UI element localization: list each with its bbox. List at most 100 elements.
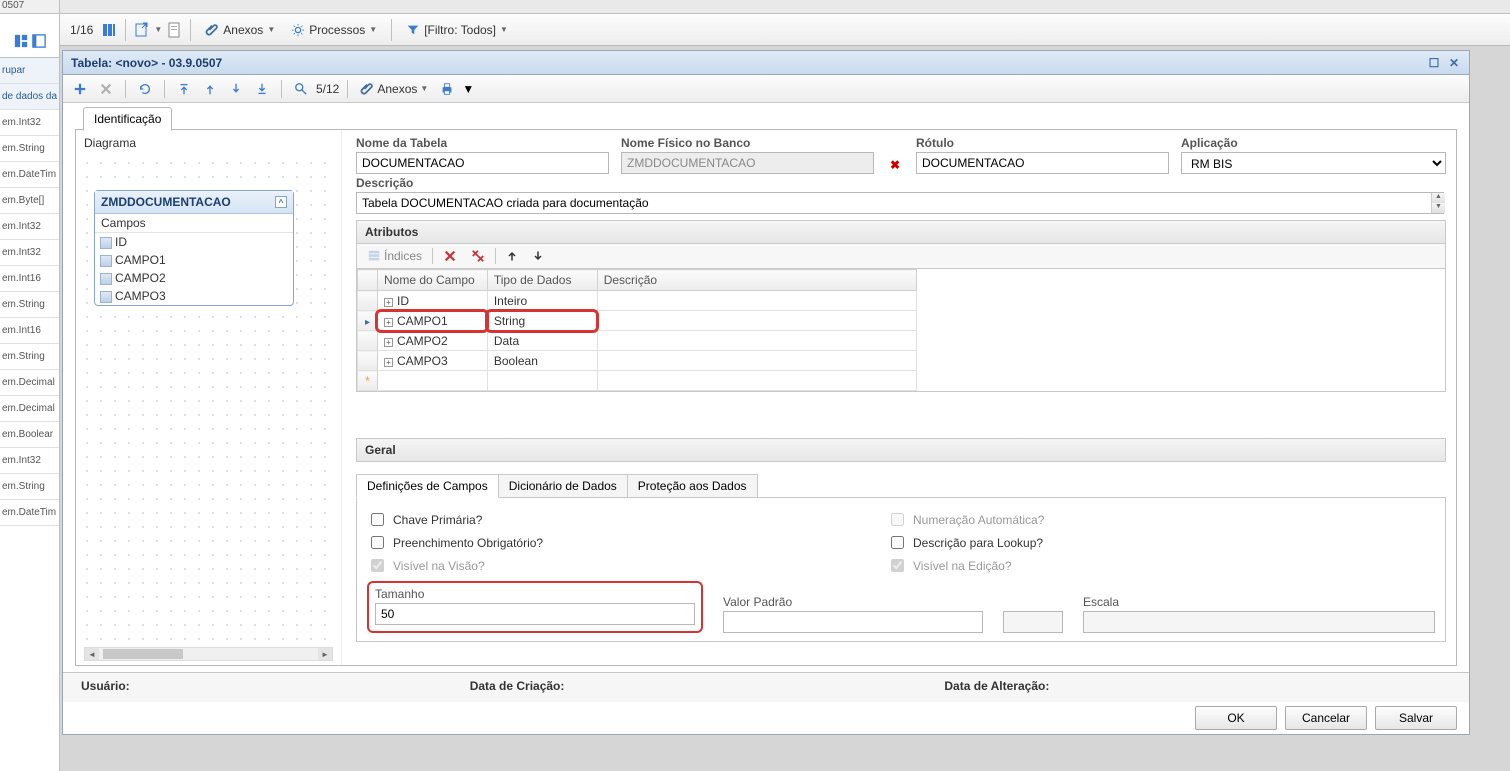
- table-row[interactable]: ▸+CAMPO1String: [358, 311, 917, 331]
- type-row: em.String: [0, 136, 59, 162]
- filter-button[interactable]: [Filtro: Todos]▼: [400, 20, 514, 40]
- type-row: em.Decimal: [0, 370, 59, 396]
- type-row: em.Int32: [0, 240, 59, 266]
- valor-padrao-input[interactable]: [723, 611, 983, 633]
- collapse-icon[interactable]: ^: [275, 196, 287, 208]
- processos-button[interactable]: Processos▼: [285, 20, 383, 40]
- table-row[interactable]: +CAMPO3Boolean: [358, 351, 917, 371]
- valor-padrao-label: Valor Padrão: [723, 595, 983, 609]
- type-row: em.Boolear: [0, 422, 59, 448]
- export-icon[interactable]: [134, 22, 150, 38]
- type-row: em.String: [0, 344, 59, 370]
- diagram-pane: Diagrama ZMDDOCUMENTACAO^ Campos IDCAMPO…: [76, 130, 342, 665]
- new-row[interactable]: *: [358, 371, 917, 391]
- type-row: em.Int32: [0, 110, 59, 136]
- col-desc[interactable]: Descrição: [597, 270, 916, 291]
- preenchimento-label: Preenchimento Obrigatório?: [393, 536, 543, 550]
- indices-button[interactable]: Índices: [363, 247, 426, 265]
- new-button[interactable]: [69, 80, 91, 98]
- chave-primaria-checkbox[interactable]: [371, 513, 384, 526]
- next-button[interactable]: [225, 80, 247, 98]
- col-tipo[interactable]: Tipo de Dados: [487, 270, 597, 291]
- table-row[interactable]: +IDInteiro: [358, 291, 917, 311]
- maximize-button[interactable]: ☐: [1427, 56, 1441, 70]
- subtab-protecao[interactable]: Proteção aos Dados: [627, 474, 758, 498]
- descricao-input[interactable]: [356, 192, 1444, 214]
- visivel-visao-checkbox: [371, 559, 384, 572]
- delete-button[interactable]: [95, 80, 117, 98]
- desc-lookup-checkbox[interactable]: [891, 536, 904, 549]
- dialog-title-text: Tabela: <novo> - 03.9.0507: [71, 56, 222, 70]
- document-icon[interactable]: [166, 22, 182, 38]
- layout-icon[interactable]: [14, 34, 28, 48]
- anexos-button[interactable]: Anexos▼: [199, 20, 281, 40]
- print-button[interactable]: [436, 80, 458, 98]
- clear-nome-fisico-button[interactable]: ✖: [886, 156, 904, 174]
- subtab-dicionario[interactable]: Dicionário de Dados: [498, 474, 628, 498]
- nome-tabela-label: Nome da Tabela: [356, 136, 609, 150]
- col-nome[interactable]: Nome do Campo: [377, 270, 487, 291]
- atributos-header: Atributos: [356, 220, 1446, 244]
- type-row: em.Int32: [0, 214, 59, 240]
- data-source-label: de dados da: [0, 84, 59, 110]
- panel-icon[interactable]: [32, 34, 46, 48]
- export-dropdown[interactable]: ▼: [154, 25, 162, 34]
- close-button[interactable]: ✕: [1447, 56, 1461, 70]
- record-counter: 1/16: [70, 23, 93, 37]
- diagram-canvas[interactable]: ZMDDOCUMENTACAO^ Campos IDCAMPO1CAMPO2CA…: [80, 156, 337, 643]
- entity-field[interactable]: ID: [95, 233, 293, 251]
- anexos-dialog-button[interactable]: Anexos▼: [356, 80, 432, 98]
- entity-name: ZMDDOCUMENTACAO: [101, 195, 231, 209]
- move-down-button[interactable]: [528, 248, 548, 264]
- salvar-button[interactable]: Salvar: [1375, 706, 1457, 730]
- data-alteracao-label: Data de Alteração:: [944, 679, 1049, 693]
- table-row[interactable]: +CAMPO2Data: [358, 331, 917, 351]
- spin-up[interactable]: ▲: [1431, 193, 1445, 203]
- last-button[interactable]: [251, 80, 273, 98]
- move-up-button[interactable]: [502, 248, 522, 264]
- search-button[interactable]: [290, 80, 312, 98]
- dialog-titlebar: Tabela: <novo> - 03.9.0507 ☐ ✕: [63, 51, 1469, 75]
- prev-button[interactable]: [199, 80, 221, 98]
- subtab-definicoes[interactable]: Definições de Campos: [356, 474, 499, 498]
- rotulo-label: Rótulo: [916, 136, 1169, 150]
- valor-padrao-extra-input[interactable]: [1003, 611, 1063, 633]
- delete-all-button[interactable]: [467, 247, 489, 265]
- group-header[interactable]: rupar: [0, 58, 59, 84]
- left-sidebar: 0507 rupar de dados da em.Int32em.String…: [0, 0, 60, 771]
- nome-fisico-label: Nome Físico no Banco: [621, 136, 874, 150]
- spin-down[interactable]: ▼: [1431, 203, 1445, 213]
- paperclip-icon: [205, 23, 219, 37]
- tab-identificacao[interactable]: Identificação: [83, 107, 172, 131]
- rotulo-input[interactable]: [916, 152, 1169, 174]
- ok-button[interactable]: OK: [1195, 706, 1277, 730]
- entity-field[interactable]: CAMPO3: [95, 287, 293, 305]
- columns-icon[interactable]: [101, 22, 117, 38]
- main-toolbar: 1/16 ▼ Anexos▼ Processos▼ [Filtro: Todos…: [60, 14, 1510, 46]
- type-row: em.Int16: [0, 318, 59, 344]
- first-button[interactable]: [173, 80, 195, 98]
- footer-info: Usuário: Data de Criação: Data de Altera…: [63, 672, 1469, 702]
- entity-field[interactable]: CAMPO2: [95, 269, 293, 287]
- tamanho-input[interactable]: [375, 603, 695, 625]
- entity-box[interactable]: ZMDDOCUMENTACAO^ Campos IDCAMPO1CAMPO2CA…: [94, 190, 294, 306]
- nav-counter: 5/12: [316, 82, 339, 96]
- document-tab[interactable]: 0507: [0, 0, 59, 14]
- print-dropdown[interactable]: ▼: [462, 82, 474, 96]
- horizontal-scrollbar[interactable]: ◄►: [84, 647, 333, 661]
- nome-tabela-input[interactable]: [356, 152, 609, 174]
- delete-row-button[interactable]: [439, 247, 461, 265]
- refresh-button[interactable]: [134, 80, 156, 98]
- desc-lookup-label: Descrição para Lookup?: [913, 536, 1043, 550]
- dialog-toolbar: 5/12 Anexos▼ ▼: [63, 75, 1469, 103]
- attributes-grid[interactable]: Nome do Campo Tipo de Dados Descrição +I…: [356, 269, 1446, 392]
- aplicacao-select[interactable]: RM BIS: [1181, 152, 1446, 174]
- descricao-label: Descrição: [356, 176, 1446, 190]
- type-row: em.Byte[]: [0, 188, 59, 214]
- cancelar-button[interactable]: Cancelar: [1285, 706, 1367, 730]
- entity-field[interactable]: CAMPO1: [95, 251, 293, 269]
- preenchimento-checkbox[interactable]: [371, 536, 384, 549]
- type-row: em.String: [0, 292, 59, 318]
- chave-primaria-label: Chave Primária?: [393, 513, 482, 527]
- data-criacao-label: Data de Criação:: [470, 679, 565, 693]
